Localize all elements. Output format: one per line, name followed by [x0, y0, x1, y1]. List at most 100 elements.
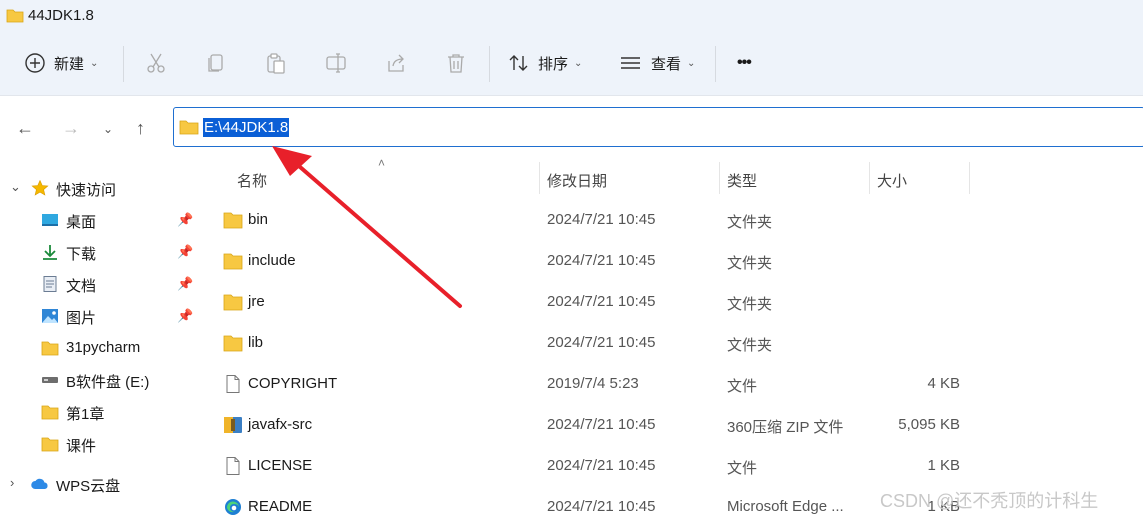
- sidebar-item-drive-e[interactable]: B软件盘 (E:): [0, 365, 200, 395]
- file-name: LICENSE: [248, 457, 313, 474]
- file-date: 2024/7/21 10:45: [547, 211, 656, 228]
- file-type: 文件: [727, 378, 758, 395]
- star-icon: [31, 180, 49, 196]
- column-divider[interactable]: [539, 162, 540, 194]
- forward-arrow-icon[interactable]: →: [62, 118, 80, 139]
- file-name: include: [248, 252, 296, 269]
- list-item[interactable]: include 2024/7/21 10:45 文件夹: [200, 240, 1143, 281]
- view-label: 查看: [651, 55, 682, 73]
- edge-browser-icon: [225, 499, 241, 515]
- sidebar-item-courseware[interactable]: 课件: [0, 429, 200, 459]
- delete-icon[interactable]: [445, 52, 467, 74]
- file-name: lib: [248, 334, 264, 351]
- sidebar-item-label: WPS云盘: [56, 478, 121, 495]
- folder-icon: [223, 294, 243, 311]
- divider: [489, 46, 490, 82]
- navigation-bar: ← → ⌄ ↑ E:\44JDK1.8: [0, 96, 1143, 158]
- sort-icon: [509, 55, 528, 71]
- drive-icon: [42, 377, 58, 383]
- folder-icon: [6, 9, 24, 23]
- file-date: 2019/7/4 5:23: [547, 375, 639, 392]
- file-name: COPYRIGHT: [248, 375, 338, 392]
- file-list: ˄ 名称 修改日期 类型 大小 bin 2024/7/21 10:45 文件夹 …: [200, 156, 1143, 519]
- navigation-pane: ⌄ 快速访问 桌面 📌 下载 📌 文档 📌 图片 📌 31pycharm B软件…: [0, 170, 200, 519]
- sidebar-item-label: 桌面: [66, 214, 97, 231]
- file-date: 2024/7/21 10:45: [547, 416, 656, 433]
- file-date: 2024/7/21 10:45: [547, 457, 656, 474]
- file-name: bin: [248, 211, 269, 228]
- list-item[interactable]: COPYRIGHT 2019/7/4 5:23 文件 4 KB: [200, 363, 1143, 404]
- sidebar-item-label: 图片: [66, 310, 97, 327]
- sidebar-item-chapter1[interactable]: 第1章: [0, 397, 200, 427]
- folder-icon: [41, 437, 59, 452]
- sidebar-item-label: 下载: [66, 246, 97, 263]
- folder-icon: [41, 405, 59, 420]
- copy-icon[interactable]: [205, 52, 227, 74]
- list-item[interactable]: javafx-src 2024/7/21 10:45 360压缩 ZIP 文件 …: [200, 404, 1143, 445]
- chevron-down-icon: ⌄: [574, 57, 583, 69]
- folder-icon: [179, 120, 199, 135]
- window-title: 44JDK1.8: [28, 7, 94, 24]
- sidebar-item-label: 快速访问: [56, 182, 117, 199]
- zip-archive-icon: [224, 417, 242, 433]
- address-path[interactable]: E:\44JDK1.8: [203, 118, 290, 137]
- file-name: jre: [248, 293, 265, 310]
- column-header-row: ˄ 名称 修改日期 类型 大小: [200, 156, 1143, 198]
- file-date: 2024/7/21 10:45: [547, 498, 656, 515]
- title-bar: 44JDK1.8: [0, 0, 1143, 32]
- file-date: 2024/7/21 10:45: [547, 334, 656, 351]
- document-icon: [43, 276, 57, 292]
- chevron-down-icon: ⌄: [90, 57, 99, 69]
- picture-icon: [42, 309, 58, 323]
- column-header-size[interactable]: 大小: [877, 170, 907, 191]
- address-bar[interactable]: E:\44JDK1.8: [173, 107, 1143, 147]
- sidebar-item-label: 31pycharm: [66, 339, 141, 356]
- sidebar-item-31pycharm[interactable]: 31pycharm: [0, 333, 200, 363]
- folder-icon: [223, 212, 243, 229]
- list-item[interactable]: jre 2024/7/21 10:45 文件夹: [200, 281, 1143, 322]
- column-divider[interactable]: [869, 162, 870, 194]
- back-arrow-icon[interactable]: ←: [16, 118, 34, 139]
- list-item[interactable]: lib 2024/7/21 10:45 文件夹: [200, 322, 1143, 363]
- pin-icon[interactable]: 📌: [177, 276, 193, 292]
- column-header-name[interactable]: 名称: [237, 170, 267, 191]
- file-type: 文件夹: [727, 255, 773, 272]
- pin-icon[interactable]: 📌: [177, 308, 193, 324]
- file-type: 文件: [727, 460, 758, 477]
- column-divider[interactable]: [719, 162, 720, 194]
- sidebar-item-desktop[interactable]: 桌面 📌: [0, 205, 200, 235]
- file-type: 文件夹: [727, 296, 773, 313]
- pin-icon[interactable]: 📌: [177, 212, 193, 228]
- cut-icon[interactable]: [145, 52, 167, 74]
- watermark: CSDN @还不秃顶的计科生: [880, 491, 1099, 511]
- chevron-right-icon[interactable]: ›: [10, 475, 14, 490]
- paste-icon[interactable]: [265, 52, 287, 74]
- file-type: 文件夹: [727, 214, 773, 231]
- sidebar-item-pictures[interactable]: 图片 📌: [0, 301, 200, 331]
- chevron-down-icon[interactable]: ⌄: [10, 179, 21, 195]
- new-label: 新建: [54, 55, 85, 73]
- sidebar-item-quick-access[interactable]: ⌄ 快速访问: [0, 173, 200, 203]
- list-item[interactable]: bin 2024/7/21 10:45 文件夹: [200, 199, 1143, 240]
- view-button[interactable]: 查看 ⌄: [620, 46, 695, 80]
- column-divider[interactable]: [969, 162, 970, 194]
- file-size: 5,095 KB: [898, 416, 960, 433]
- new-button[interactable]: 新建 ⌄: [24, 46, 98, 80]
- list-item[interactable]: LICENSE 2024/7/21 10:45 文件 1 KB: [200, 445, 1143, 486]
- more-options-button[interactable]: •••: [737, 46, 752, 80]
- pin-icon[interactable]: 📌: [177, 244, 193, 260]
- column-header-type[interactable]: 类型: [727, 170, 757, 191]
- sidebar-item-documents[interactable]: 文档 📌: [0, 269, 200, 299]
- rename-icon[interactable]: [325, 52, 347, 74]
- recent-locations-chevron-icon[interactable]: ⌄: [103, 122, 113, 136]
- folder-icon: [41, 341, 59, 356]
- sidebar-item-label: 课件: [66, 438, 97, 455]
- up-arrow-icon[interactable]: ↑: [136, 118, 145, 139]
- sidebar-item-downloads[interactable]: 下载 📌: [0, 237, 200, 267]
- share-icon[interactable]: [385, 52, 407, 74]
- sidebar-item-wps-cloud[interactable]: › WPS云盘: [0, 469, 200, 499]
- sidebar-item-label: 第1章: [66, 406, 105, 423]
- file-date: 2024/7/21 10:45: [547, 252, 656, 269]
- column-header-date[interactable]: 修改日期: [547, 170, 607, 191]
- sort-button[interactable]: 排序 ⌄: [508, 46, 582, 80]
